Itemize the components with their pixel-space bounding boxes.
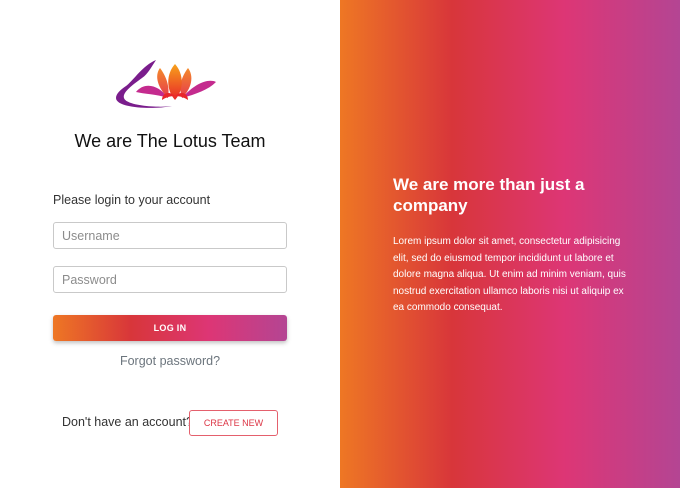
login-prompt: Please login to your account (53, 193, 211, 207)
password-input[interactable] (53, 266, 287, 293)
username-input[interactable] (53, 222, 287, 249)
team-title: We are The Lotus Team (74, 131, 266, 151)
promo-description: Lorem ipsum dolor sit amet, consectetur … (393, 236, 626, 314)
login-button[interactable]: LOG IN (53, 315, 287, 341)
create-new-button[interactable]: CREATE NEW (189, 410, 278, 436)
lotus-flower-icon (116, 60, 216, 108)
signup-prompt: Don't have an account? (62, 415, 193, 429)
promo-tagline: We are more than just a company (393, 175, 585, 215)
forgot-password-link[interactable]: Forgot password? (0, 354, 340, 368)
